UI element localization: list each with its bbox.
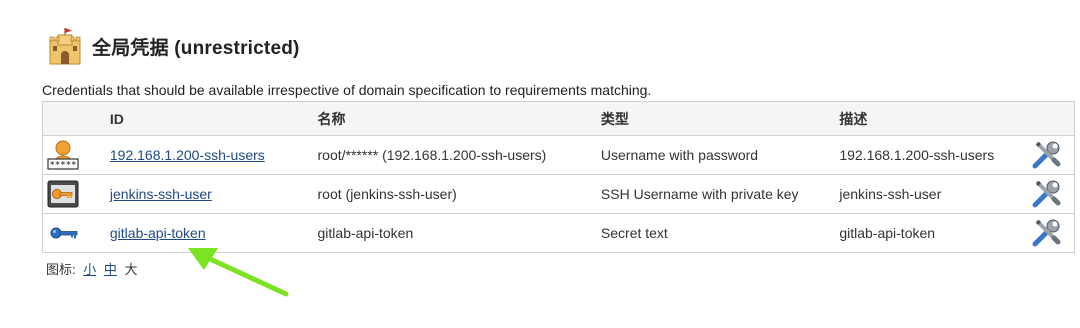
configure-wrench-icon[interactable] (1031, 179, 1061, 209)
table-row: ***** 192.168.1.200-ssh-users root/*****… (41, 135, 1076, 175)
annotation-arrow-icon (188, 248, 289, 297)
header-action-cell (1029, 101, 1076, 136)
credential-description: jenkins-ssh-user (839, 174, 1030, 214)
table-header-row: ID 名称 类型 描述 (41, 101, 1076, 136)
castle-icon (49, 28, 81, 65)
header-id: ID (109, 101, 318, 136)
credential-type: SSH Username with private key (600, 174, 840, 214)
credential-name: root/****** (192.168.1.200-ssh-users) (317, 135, 601, 175)
credential-type: Secret text (600, 213, 840, 253)
header-name: 名称 (317, 101, 601, 136)
user-password-icon: ***** (47, 140, 79, 170)
page-heading: 全局凭据 (unrestricted) (46, 26, 300, 66)
header-type: 类型 (600, 101, 840, 136)
icon-size-selector: 图标: 小 中 大 (46, 259, 138, 278)
credentials-description: Credentials that should be available irr… (42, 82, 652, 98)
icon-size-small-link[interactable]: 小 (83, 262, 96, 277)
credential-id-link[interactable]: 192.168.1.200-ssh-users (110, 147, 265, 163)
page-title: 全局凭据 (unrestricted) (92, 37, 300, 59)
table-row: jenkins-ssh-user root (jenkins-ssh-user)… (41, 174, 1076, 214)
credential-type: Username with password (600, 135, 840, 175)
credential-id-link[interactable]: jenkins-ssh-user (110, 186, 212, 202)
svg-text:*****: ***** (49, 161, 76, 171)
secret-key-icon (50, 227, 78, 239)
icon-size-large-current: 大 (124, 262, 138, 277)
credential-name: gitlab-api-token (317, 213, 601, 253)
ssh-key-icon (47, 180, 79, 208)
header-icon-cell (41, 101, 110, 136)
credential-name: root (jenkins-ssh-user) (317, 174, 601, 214)
configure-wrench-icon[interactable] (1031, 140, 1061, 170)
icon-size-label: 图标: (46, 262, 76, 277)
header-description: 描述 (839, 101, 1030, 136)
configure-wrench-icon[interactable] (1031, 218, 1061, 248)
credentials-table: ID 名称 类型 描述 ***** 192.168.1.200-ssh-user… (41, 101, 1076, 253)
credential-description: gitlab-api-token (839, 213, 1030, 253)
icon-size-medium-link[interactable]: 中 (104, 262, 117, 277)
credential-description: 192.168.1.200-ssh-users (839, 135, 1030, 175)
